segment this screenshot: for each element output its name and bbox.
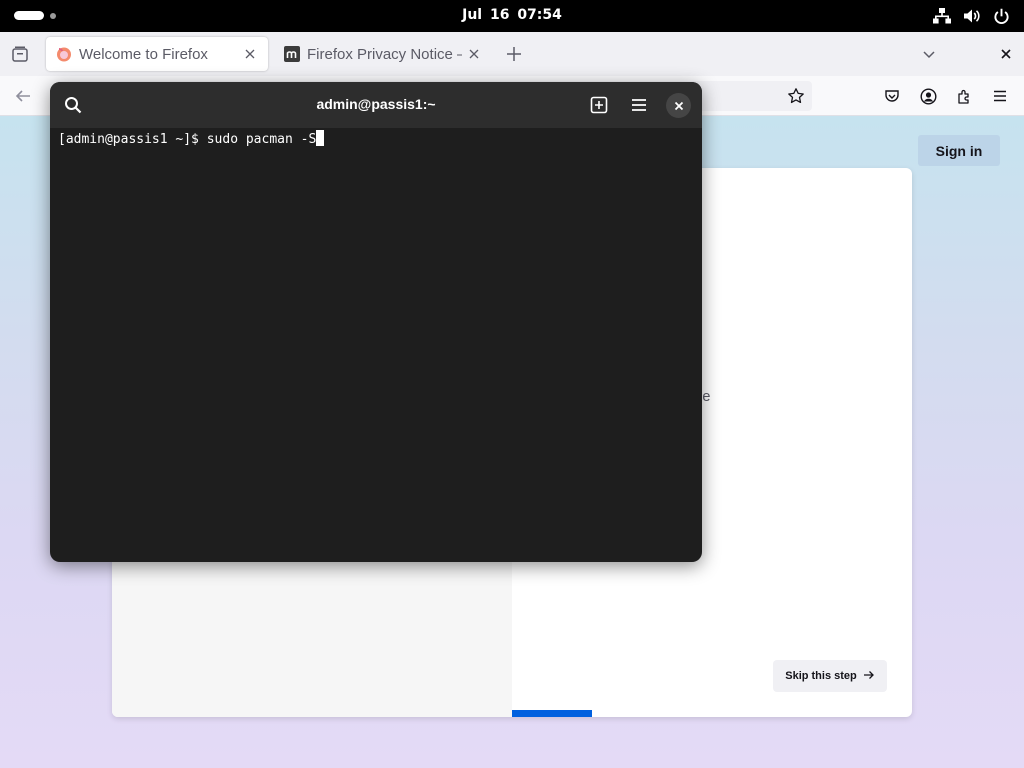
sign-in-button[interactable]: Sign in xyxy=(918,135,1000,166)
close-window-icon[interactable] xyxy=(998,46,1014,67)
hamburger-menu-icon[interactable] xyxy=(992,88,1008,109)
back-arrow-icon[interactable] xyxy=(14,88,32,109)
bookmark-star-icon[interactable] xyxy=(787,87,805,110)
tab-label: Welcome to Firefox xyxy=(79,45,208,63)
close-icon xyxy=(674,101,683,110)
tab-label: Firefox Privacy Notice — xyxy=(307,45,462,63)
terminal-command-input[interactable]: sudo pacman -S xyxy=(207,132,317,147)
terminal-prompt: [admin@passis1 ~]$ xyxy=(58,132,207,147)
network-icon[interactable] xyxy=(933,7,951,25)
terminal-window[interactable]: admin@passis1:~ [admin@passis1 ~]$ sudo … xyxy=(50,82,702,562)
tab-welcome[interactable]: Welcome to Firefox xyxy=(46,37,268,71)
firefox-favicon-icon xyxy=(56,46,72,62)
extensions-icon[interactable] xyxy=(956,88,973,110)
new-tab-icon[interactable] xyxy=(590,96,608,119)
skip-step-button[interactable]: Skip this step xyxy=(773,660,887,692)
terminal-header[interactable]: admin@passis1:~ xyxy=(50,82,702,128)
chevron-down-icon[interactable] xyxy=(921,46,937,67)
volume-icon[interactable] xyxy=(963,7,981,25)
new-tab-icon[interactable] xyxy=(504,44,524,69)
progress-indicator xyxy=(512,710,592,717)
hamburger-menu-icon[interactable] xyxy=(630,97,648,118)
terminal-cursor xyxy=(316,130,325,146)
system-tray[interactable] xyxy=(933,7,1010,25)
clock[interactable]: Jul 16 07:54 xyxy=(0,7,1024,23)
mozilla-favicon-icon xyxy=(284,46,300,62)
tab-list-icon[interactable] xyxy=(10,44,30,69)
tab-bar: Welcome to Firefox Firefox Privacy Notic… xyxy=(0,32,1024,76)
close-tab-icon[interactable] xyxy=(242,46,258,62)
tab-privacy-notice[interactable]: Firefox Privacy Notice — xyxy=(274,37,492,71)
pocket-icon[interactable] xyxy=(884,88,900,109)
close-tab-icon[interactable] xyxy=(466,46,482,62)
account-icon[interactable] xyxy=(920,88,937,110)
terminal-output[interactable]: [admin@passis1 ~]$ sudo pacman -S xyxy=(58,130,325,149)
close-button[interactable] xyxy=(666,93,691,118)
arrow-right-icon xyxy=(863,670,875,683)
top-bar: Jul 16 07:54 xyxy=(0,0,1024,32)
power-icon[interactable] xyxy=(993,8,1010,25)
skip-step-label: Skip this step xyxy=(785,670,857,682)
